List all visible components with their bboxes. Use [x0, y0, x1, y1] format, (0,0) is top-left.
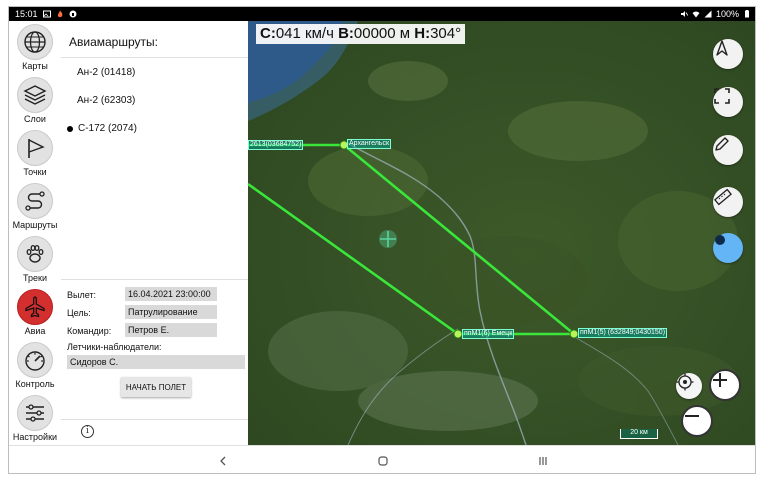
rail-label: Контроль	[15, 379, 55, 389]
waypoint-label: ппМ1(6) Емецк	[462, 329, 515, 339]
commander-field[interactable]: Петров Е.	[125, 323, 217, 337]
rail-label: Треки	[23, 273, 47, 283]
rail-label: Точки	[23, 167, 47, 177]
rail-item-points[interactable]: Точки	[9, 127, 61, 180]
rail-label: Маршруты	[12, 220, 58, 230]
waypoint-marker[interactable]	[453, 329, 463, 339]
rail-item-layers[interactable]: Слои	[9, 74, 61, 127]
locate-button[interactable]	[676, 373, 702, 399]
back-icon	[220, 456, 226, 465]
draw-button[interactable]	[713, 135, 743, 165]
route-label: Ан-2 (01418)	[77, 67, 136, 78]
flag-icon	[17, 130, 53, 166]
record-icon	[715, 235, 725, 245]
observers-field[interactable]: Сидоров С.	[67, 355, 245, 369]
heading-label: Н:	[414, 25, 431, 42]
goal-field[interactable]: Патрулирование	[125, 305, 217, 319]
route-label: Ан-2 (62303)	[77, 95, 136, 106]
zoom-out-button[interactable]	[681, 405, 713, 437]
speed-label: С:	[260, 25, 276, 42]
rail-label: Авиа	[24, 326, 46, 336]
ruler-icon	[714, 188, 732, 206]
route-item[interactable]: Ан-2 (62303)	[77, 95, 135, 106]
rail-label: Карты	[22, 61, 48, 71]
status-bar: 15:01 100%	[9, 7, 755, 21]
fire-icon	[57, 10, 62, 18]
layers-icon	[17, 77, 53, 113]
navigation-rail: Карты Слои Точки Маршруты Треки Авиа Кон…	[9, 21, 61, 445]
status-time: 15:01	[15, 9, 38, 19]
departure-field[interactable]: 16.04.2021 23:00:00	[125, 287, 217, 301]
rail-item-avia[interactable]: Авиа	[9, 286, 61, 339]
pencil-icon	[715, 137, 729, 151]
altitude-label: В:	[338, 25, 354, 42]
navigate-button[interactable]	[713, 39, 743, 69]
device-frame: 15:01 100% Карты Слои Точки Маршруты Тре…	[8, 6, 756, 474]
rail-item-maps[interactable]: Карты	[9, 21, 61, 74]
altitude-value: 00000 м	[353, 25, 411, 42]
observers-label: Летчики-наблюдатели:	[67, 342, 162, 352]
ruler-button[interactable]	[713, 187, 743, 217]
flight-hud: С:041 км/ч В:00000 м Н:304°	[256, 24, 466, 44]
home-button[interactable]	[373, 451, 393, 471]
waypoint-label: 2613(03684752)	[248, 140, 304, 150]
gauge-icon	[17, 342, 53, 378]
rail-item-tracks[interactable]: Треки	[9, 233, 61, 286]
battery-icon	[745, 10, 749, 18]
rail-label: Настройки	[12, 432, 58, 442]
airplane-icon	[17, 289, 53, 325]
heading-value: 304°	[430, 25, 462, 42]
waypoint-marker[interactable]	[569, 329, 579, 339]
commander-label: Командир:	[67, 326, 112, 336]
recents-icon	[539, 456, 547, 465]
paw-icon	[17, 236, 53, 272]
goal-label: Цель:	[67, 308, 91, 318]
waypoint-label: Архангельск	[347, 139, 392, 149]
rail-item-settings[interactable]: Настройки	[9, 392, 61, 445]
recents-button[interactable]	[533, 451, 553, 471]
back-button[interactable]	[213, 451, 233, 471]
vpn-icon	[69, 10, 77, 18]
mute-icon	[680, 11, 688, 17]
waypoint-label: ппМ1(5) (632849;0430150)	[578, 328, 668, 338]
minus-icon	[685, 415, 699, 417]
info-icon[interactable]: i	[81, 425, 94, 438]
signal-icon	[704, 10, 712, 18]
crosshair-icon	[676, 373, 694, 391]
home-icon	[378, 455, 388, 466]
route-item[interactable]: Ан-2 (01418)	[77, 67, 135, 78]
route-label: С-172 (2074)	[78, 123, 137, 134]
speed-value: 041 км/ч	[275, 25, 334, 42]
wifi-icon	[692, 11, 700, 18]
selected-dot-icon	[67, 125, 73, 132]
zoom-in-button[interactable]	[709, 369, 741, 401]
rail-label: Слои	[24, 114, 46, 124]
fullscreen-icon	[714, 88, 730, 104]
start-flight-button[interactable]: НАЧАТЬ ПОЛЕТ	[121, 377, 191, 397]
map-scale: 20 км	[620, 429, 658, 439]
battery-level: 100%	[715, 9, 739, 19]
system-nav-bar	[9, 445, 755, 473]
globe-icon	[17, 24, 53, 60]
fullscreen-button[interactable]	[713, 87, 743, 117]
divider	[61, 279, 248, 280]
departure-label: Вылет:	[67, 290, 97, 300]
divider	[61, 57, 248, 58]
sliders-icon	[17, 395, 53, 431]
plus-icon	[713, 373, 727, 387]
route-icon	[17, 183, 53, 219]
aircraft-position-icon	[379, 230, 397, 248]
panel-title: Авиамаршруты:	[69, 35, 158, 49]
divider	[61, 419, 248, 420]
rail-item-control[interactable]: Контроль	[9, 339, 61, 392]
map-view[interactable]: 2613(03684752) Архангельск ппМ1(6) Емецк…	[248, 21, 755, 445]
record-track-button[interactable]	[713, 233, 743, 263]
rail-item-routes[interactable]: Маршруты	[9, 180, 61, 233]
avia-routes-panel: Авиамаршруты: Ан-2 (01418) Ан-2 (62303) …	[61, 21, 248, 445]
image-icon	[42, 10, 51, 18]
route-item-selected[interactable]: С-172 (2074)	[67, 123, 137, 134]
navigate-icon	[716, 40, 728, 56]
